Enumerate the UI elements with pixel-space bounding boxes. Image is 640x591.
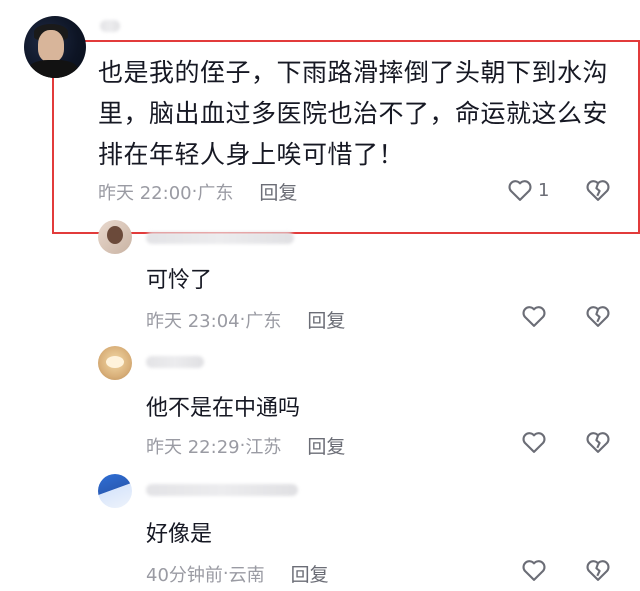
reply-button[interactable]: 回复 [307,432,345,459]
main-comment-meta: 昨天 22:00 · 广东 回复 [98,178,297,205]
broken-heart-icon[interactable] [584,556,612,584]
reply-button[interactable]: 回复 [307,306,345,333]
heart-outline-icon[interactable] [520,428,548,456]
broken-heart-icon[interactable] [584,176,612,204]
reply-text: 好像是 [146,522,213,547]
reply-avatar[interactable] [98,346,132,380]
heart-outline-icon[interactable] [520,302,548,330]
reply-avatar[interactable] [98,474,132,508]
reply-meta: 昨天 22:29 · 江苏 回复 [146,432,345,459]
reply-time: 40分钟前 [146,564,223,586]
reply-meta: 昨天 23:04 · 广东 回复 [146,306,345,333]
heart-outline-icon[interactable] [520,556,548,584]
reply-username-blurred [146,356,204,368]
broken-heart-icon[interactable] [584,302,612,330]
heart-outline-icon[interactable] [506,176,534,204]
main-comment-text: 也是我的侄子，下雨路滑摔倒了头朝下到水沟里，脑出血过多医院也治不了，命运就这么安… [98,58,609,169]
reply-avatar[interactable] [98,220,132,254]
reply-time: 昨天 23:04 [146,310,240,332]
broken-heart-icon[interactable] [584,428,612,456]
main-comment-username-blurred [100,20,120,32]
reply-username-blurred [146,484,298,496]
reply-text: 他不是在中通吗 [146,396,301,421]
reply-meta: 40分钟前 · 云南 回复 [146,560,329,587]
main-comment-like-count: 1 [538,180,550,201]
main-comment-location: 广东 [197,182,234,204]
reply-time: 昨天 22:29 [146,436,240,458]
reply-username-blurred [146,232,294,244]
main-comment-reply-button[interactable]: 回复 [259,178,297,205]
main-comment-avatar[interactable] [24,16,86,78]
reply-location: 广东 [245,310,282,332]
reply-location: 江苏 [245,436,282,458]
reply-button[interactable]: 回复 [291,560,329,587]
reply-text: 可怜了 [146,268,213,293]
main-comment-time: 昨天 22:00 [98,182,192,204]
reply-location: 云南 [228,564,265,586]
